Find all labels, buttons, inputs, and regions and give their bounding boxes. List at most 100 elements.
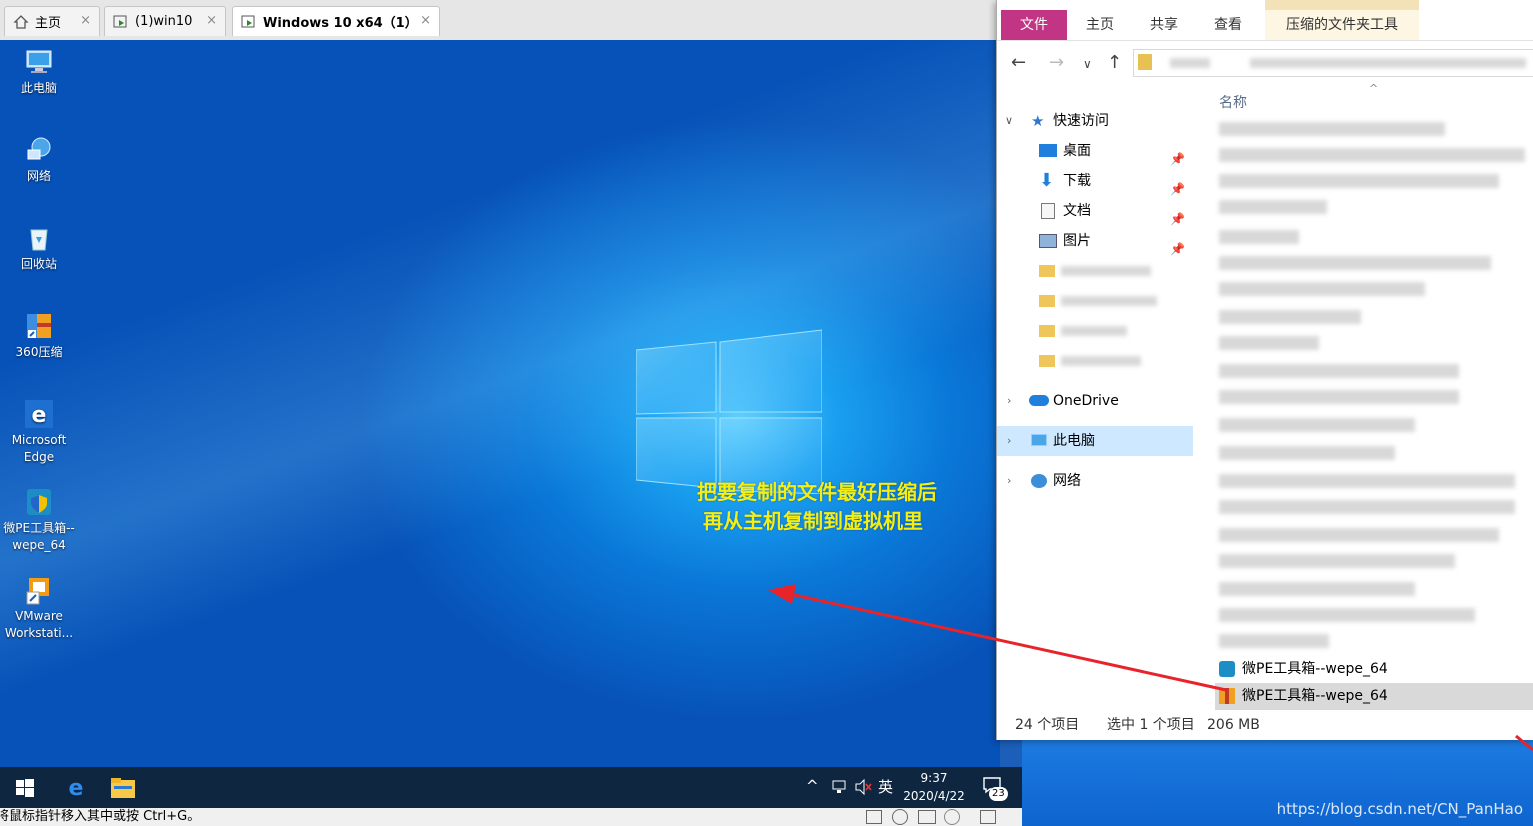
speaker-muted-icon[interactable] (855, 779, 873, 795)
nav-obscured-folder[interactable] (997, 256, 1193, 286)
desktop-icon-recycle-bin[interactable]: 回收站 (0, 222, 78, 273)
tab-file[interactable]: 文件 (1001, 10, 1067, 40)
obscured-file-row[interactable] (1219, 256, 1491, 270)
obscured-file-row[interactable] (1219, 364, 1459, 378)
clock[interactable]: 9:37 2020/4/22 (900, 769, 968, 805)
nav-this-pc[interactable]: › 此电脑 (997, 426, 1193, 456)
hdd-status-icon[interactable] (866, 810, 882, 824)
obscured-file-row[interactable] (1219, 310, 1361, 324)
desktop-icon-network[interactable]: 网络 (0, 134, 78, 185)
tab-home[interactable]: 主页 (1075, 10, 1125, 40)
edge-taskbar-icon[interactable]: e (64, 775, 88, 799)
file-row-wepe-exe[interactable]: 微PE工具箱--wepe_64 (1215, 656, 1533, 683)
nav-obscured-folder[interactable] (997, 316, 1193, 346)
chevron-up-icon[interactable]: ^ (806, 777, 819, 795)
address-input[interactable] (1133, 49, 1533, 77)
forward-arrow-icon[interactable]: → (1049, 52, 1064, 73)
desktop-icon-this-pc[interactable]: 此电脑 (0, 46, 78, 97)
obscured-file-row[interactable] (1219, 200, 1327, 214)
file-row-wepe-zip[interactable]: 微PE工具箱--wepe_64 (1215, 683, 1533, 710)
wepe-icon (1219, 661, 1235, 677)
nav-onedrive[interactable]: › OneDrive (997, 386, 1193, 416)
selection-count: 选中 1 个项目 (1107, 717, 1195, 733)
close-icon[interactable]: × (80, 13, 91, 28)
watermark: https://blog.csdn.net/CN_PanHao (1276, 800, 1523, 818)
tab-windows10-x64[interactable]: Windows 10 x64（1） × (232, 6, 440, 36)
obscured-file-row[interactable] (1219, 582, 1415, 596)
desktop-icon-360zip[interactable]: 360压缩 (0, 310, 78, 361)
context-tab-highlight (1265, 0, 1419, 10)
network-icon (27, 137, 51, 160)
tab-compressed-folder-tools[interactable]: 压缩的文件夹工具 (1265, 10, 1419, 40)
obscured-file-row[interactable] (1219, 474, 1515, 488)
desktop-icon-wepe[interactable]: 微PE工具箱--wepe_64 (0, 486, 78, 554)
tab-home[interactable]: 主页 × (4, 6, 100, 36)
tab-view[interactable]: 查看 (1203, 10, 1253, 40)
tab-share[interactable]: 共享 (1139, 10, 1189, 40)
obscured-label (1061, 266, 1151, 276)
tab-win10[interactable]: (1)win10 × (104, 6, 226, 36)
nav-obscured-folder[interactable] (997, 346, 1193, 376)
file-name: 微PE工具箱--wepe_64 (1242, 688, 1388, 704)
obscured-file-row[interactable] (1219, 418, 1415, 432)
up-arrow-icon[interactable]: ↑ (1107, 52, 1122, 73)
obscured-file-row[interactable] (1219, 528, 1499, 542)
sound-status-icon[interactable] (944, 809, 960, 825)
network-status-icon[interactable] (918, 810, 936, 824)
obscured-file-row[interactable] (1219, 500, 1515, 514)
column-header-name[interactable]: 名称 (1219, 92, 1247, 112)
start-windows-icon[interactable] (16, 779, 34, 797)
recent-locations-icon[interactable]: ∨ (1083, 57, 1092, 71)
obscured-file-row[interactable] (1219, 390, 1459, 404)
address-bar-row: ← → ∨ ↑ (997, 44, 1533, 84)
ime-indicator[interactable]: 英 (878, 776, 893, 797)
computer-icon (26, 50, 52, 73)
file-explorer-taskbar-icon[interactable] (111, 776, 135, 798)
back-arrow-icon[interactable]: ← (1011, 52, 1026, 73)
obscured-file-row[interactable] (1219, 608, 1475, 622)
nav-desktop[interactable]: 桌面 📌 (997, 136, 1193, 166)
folder-icon (1039, 265, 1055, 277)
folder-icon (1039, 355, 1055, 367)
obscured-file-row[interactable] (1219, 282, 1425, 296)
nav-quick-access[interactable]: ∨ ★ 快速访问 (997, 106, 1193, 136)
network-icon (1031, 474, 1047, 488)
folder-icon (1138, 54, 1152, 70)
close-icon[interactable]: × (420, 13, 431, 28)
folder-icon (1039, 325, 1055, 337)
obscured-file-row[interactable] (1219, 122, 1445, 136)
desktop-icon-vmware[interactable]: VMware Workstati... (0, 574, 78, 642)
wallpaper-light (0, 40, 1000, 767)
nav-pictures[interactable]: 图片 📌 (997, 226, 1193, 256)
obscured-file-row[interactable] (1219, 230, 1299, 244)
guest-taskbar: e ^ 英 9:37 2020/4/22 23 (0, 767, 1022, 808)
message-status-icon[interactable] (980, 810, 996, 824)
nav-documents[interactable]: 文档 📌 (997, 196, 1193, 226)
chevron-right-icon: › (1007, 394, 1012, 407)
obscured-path (1250, 58, 1526, 68)
obscured-file-row[interactable] (1219, 336, 1319, 350)
nav-network[interactable]: › 网络 (997, 466, 1193, 496)
clock-time: 9:37 (920, 771, 948, 785)
star-icon: ★ (1031, 112, 1045, 130)
network-tray-icon[interactable] (832, 779, 848, 795)
nav-obscured-folder[interactable] (997, 286, 1193, 316)
cd-status-icon[interactable] (892, 809, 908, 825)
action-center-button[interactable]: 23 (982, 775, 1008, 801)
sort-indicator-icon: ^ (1369, 82, 1379, 95)
download-arrow-icon: ⬇ (1039, 170, 1055, 191)
svg-text:e: e (32, 403, 47, 428)
file-name: 微PE工具箱--wepe_64 (1242, 661, 1388, 677)
obscured-file-row[interactable] (1219, 634, 1329, 648)
obscured-file-row[interactable] (1219, 554, 1455, 568)
obscured-file-row[interactable] (1219, 148, 1525, 162)
desktop-icon-edge[interactable]: e Microsoft Edge (0, 398, 78, 466)
file-explorer-window[interactable]: 文件 主页 共享 查看 压缩的文件夹工具 ← → ∨ ↑ ∨ ★ 快速访问 桌面… (996, 0, 1533, 740)
close-icon[interactable]: × (206, 13, 217, 28)
navigation-pane: ∨ ★ 快速访问 桌面 📌 ⬇ 下载 📌 文档 📌 图片 📌 › OneDriv… (997, 90, 1195, 710)
guest-desktop[interactable]: 此电脑 网络 回收站 360压缩 e Microsoft Edge 微PE工具箱… (0, 40, 1000, 767)
obscured-file-row[interactable] (1219, 174, 1499, 188)
obscured-file-row[interactable] (1219, 446, 1395, 460)
home-icon (13, 14, 29, 29)
nav-downloads[interactable]: ⬇ 下载 📌 (997, 166, 1193, 196)
